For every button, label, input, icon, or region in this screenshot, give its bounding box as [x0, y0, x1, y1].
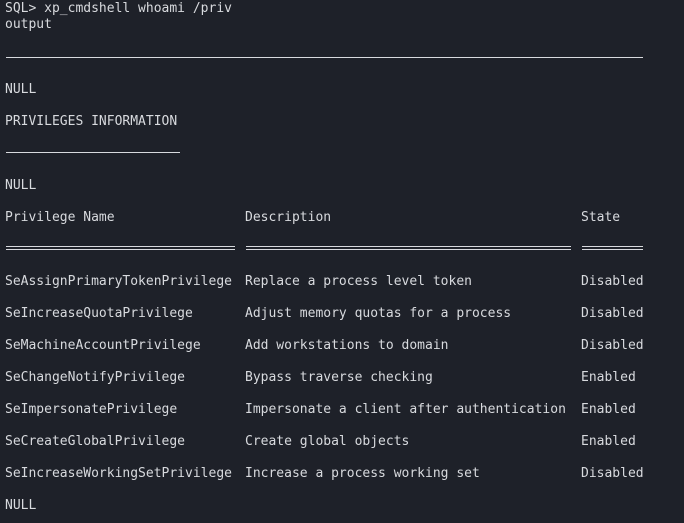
header-rule [6, 57, 643, 58]
privilege-description: Add workstations to domain [245, 338, 449, 353]
privilege-state: Disabled [581, 274, 644, 289]
privilege-description: Adjust memory quotas for a process [245, 306, 512, 321]
null-line-3: NULL [5, 498, 37, 513]
privilege-description: Create global objects [245, 434, 410, 449]
privilege-name: SeMachineAccountPrivilege [5, 338, 201, 353]
privilege-name: SeIncreaseQuotaPrivilege [5, 306, 193, 321]
privilege-description: Bypass traverse checking [245, 370, 433, 385]
section-title: PRIVILEGES INFORMATION [5, 114, 178, 129]
column-header-state: State [581, 210, 621, 225]
command-prompt: SQL> xp_cmdshell whoami /priv [5, 1, 232, 16]
privilege-state: Disabled [581, 466, 644, 481]
column-rule-description [246, 246, 571, 250]
column-header-privilege-name: Privilege Name [5, 210, 115, 225]
column-rule-state [582, 246, 643, 250]
column-header-description: Description [245, 210, 332, 225]
privilege-state: Disabled [581, 306, 644, 321]
privilege-state: Enabled [581, 370, 636, 385]
privilege-name: SeImpersonatePrivilege [5, 402, 178, 417]
privilege-name: SeCreateGlobalPrivilege [5, 434, 186, 449]
privilege-state: Disabled [581, 338, 644, 353]
privilege-description: Increase a process working set [245, 466, 480, 481]
privilege-name: SeAssignPrimaryTokenPrivilege [5, 274, 232, 289]
column-rule-privilege-name [6, 246, 235, 250]
null-line-2: NULL [5, 178, 37, 193]
privilege-description: Impersonate a client after authenticatio… [245, 402, 566, 417]
section-rule [6, 152, 180, 153]
output-header: output [5, 17, 52, 32]
privilege-name: SeChangeNotifyPrivilege [5, 370, 186, 385]
terminal-window[interactable]: SQL> xp_cmdshell whoami /priv output NUL… [0, 0, 684, 523]
null-line-1: NULL [5, 82, 37, 97]
privilege-state: Enabled [581, 402, 636, 417]
privilege-name: SeIncreaseWorkingSetPrivilege [5, 466, 232, 481]
privilege-state: Enabled [581, 434, 636, 449]
privilege-description: Replace a process level token [245, 274, 472, 289]
